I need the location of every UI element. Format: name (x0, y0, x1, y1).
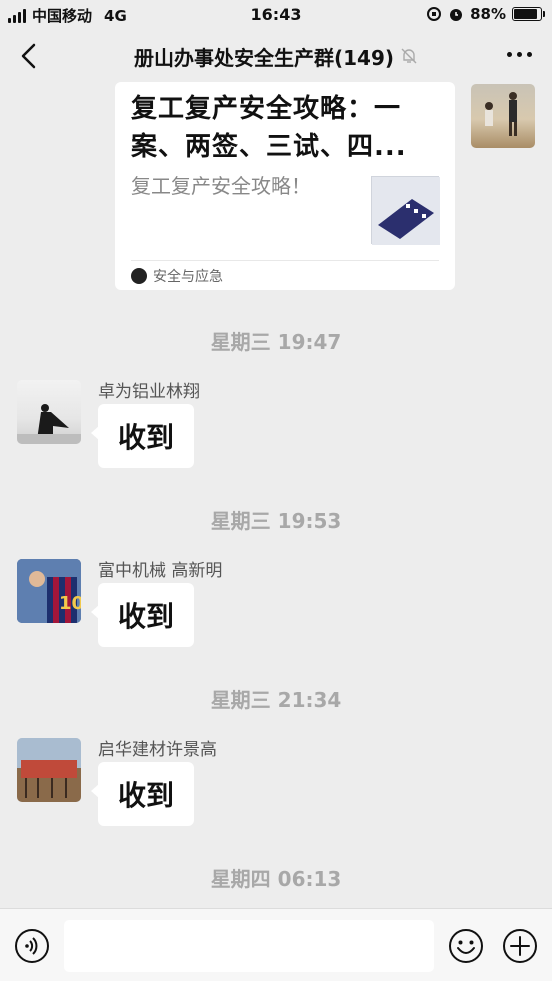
article-description: 复工复产安全攻略！ (131, 174, 311, 198)
article-source: 安全与应急 (131, 266, 223, 286)
timestamp: 星期四 06:13 (210, 867, 342, 891)
mute-icon (401, 48, 417, 64)
article-card[interactable]: 复工复产安全攻略：一案、两签、三试、四... 复工复产安全攻略！ 安全与应急 (115, 82, 455, 290)
sender-name: 启华建材许景高 (98, 740, 217, 760)
battery-percent: 88% (470, 5, 506, 23)
sender-name: 富中机械 高新明 (98, 561, 223, 581)
article-thumbnail (371, 176, 440, 245)
sender-name: 卓为铝业林翔 (98, 382, 200, 402)
silhouette-image (17, 404, 81, 444)
more-icon[interactable] (507, 52, 532, 57)
football-player-image: 10 (17, 559, 81, 623)
beach-figures-image (485, 92, 517, 136)
svg-text:10: 10 (59, 593, 81, 614)
status-bar: 中国移动 4G 16:43 88% (0, 0, 552, 28)
message-input[interactable] (64, 920, 434, 972)
status-right: 88% (426, 5, 545, 23)
avatar[interactable]: 10 (17, 559, 81, 623)
message-bubble[interactable]: 收到 (91, 404, 194, 468)
avatar[interactable] (17, 738, 81, 802)
chat-title: 册山办事处安全生产群(149) (134, 42, 418, 71)
battery-icon (512, 7, 545, 21)
nav-bar: 册山办事处安全生产群(149) (0, 30, 552, 82)
timestamp: 星期三 19:53 (210, 509, 342, 533)
source-logo-icon (131, 268, 147, 284)
message-bubble[interactable]: 收到 (91, 762, 194, 826)
input-bar (0, 908, 552, 981)
plus-icon[interactable] (502, 928, 538, 964)
alarm-icon (450, 9, 463, 21)
article-title: 复工复产安全攻略：一案、两签、三试、四... (131, 94, 407, 162)
emoji-icon[interactable] (448, 928, 484, 964)
article-source-name: 安全与应急 (153, 269, 223, 285)
avatar[interactable] (17, 380, 81, 444)
self-avatar[interactable] (471, 84, 535, 148)
article-divider (131, 260, 439, 261)
chat-title-text: 册山办事处安全生产群(149) (133, 45, 395, 70)
message-bubble[interactable]: 收到 (91, 583, 194, 647)
orientation-lock-icon (427, 7, 442, 21)
voice-icon[interactable] (14, 928, 50, 964)
factory-image (17, 738, 81, 802)
timestamp: 星期三 19:47 (210, 330, 342, 354)
back-icon[interactable] (14, 40, 44, 72)
timestamp: 星期三 21:34 (210, 688, 342, 712)
